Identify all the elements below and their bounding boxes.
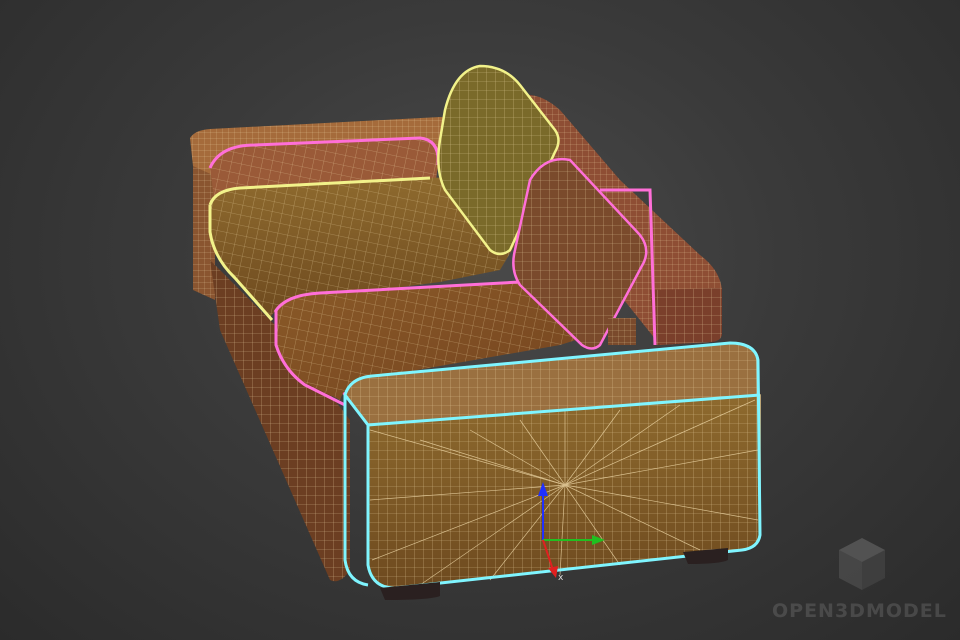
- cube-logo-icon: [839, 538, 885, 590]
- 3d-viewport[interactable]: x OPEN3DMODEL: [0, 0, 960, 640]
- watermark-text: OPEN3DMODEL: [772, 600, 947, 622]
- sofa-wireframe-render: x: [190, 64, 762, 600]
- gizmo-x-label: x: [558, 573, 564, 583]
